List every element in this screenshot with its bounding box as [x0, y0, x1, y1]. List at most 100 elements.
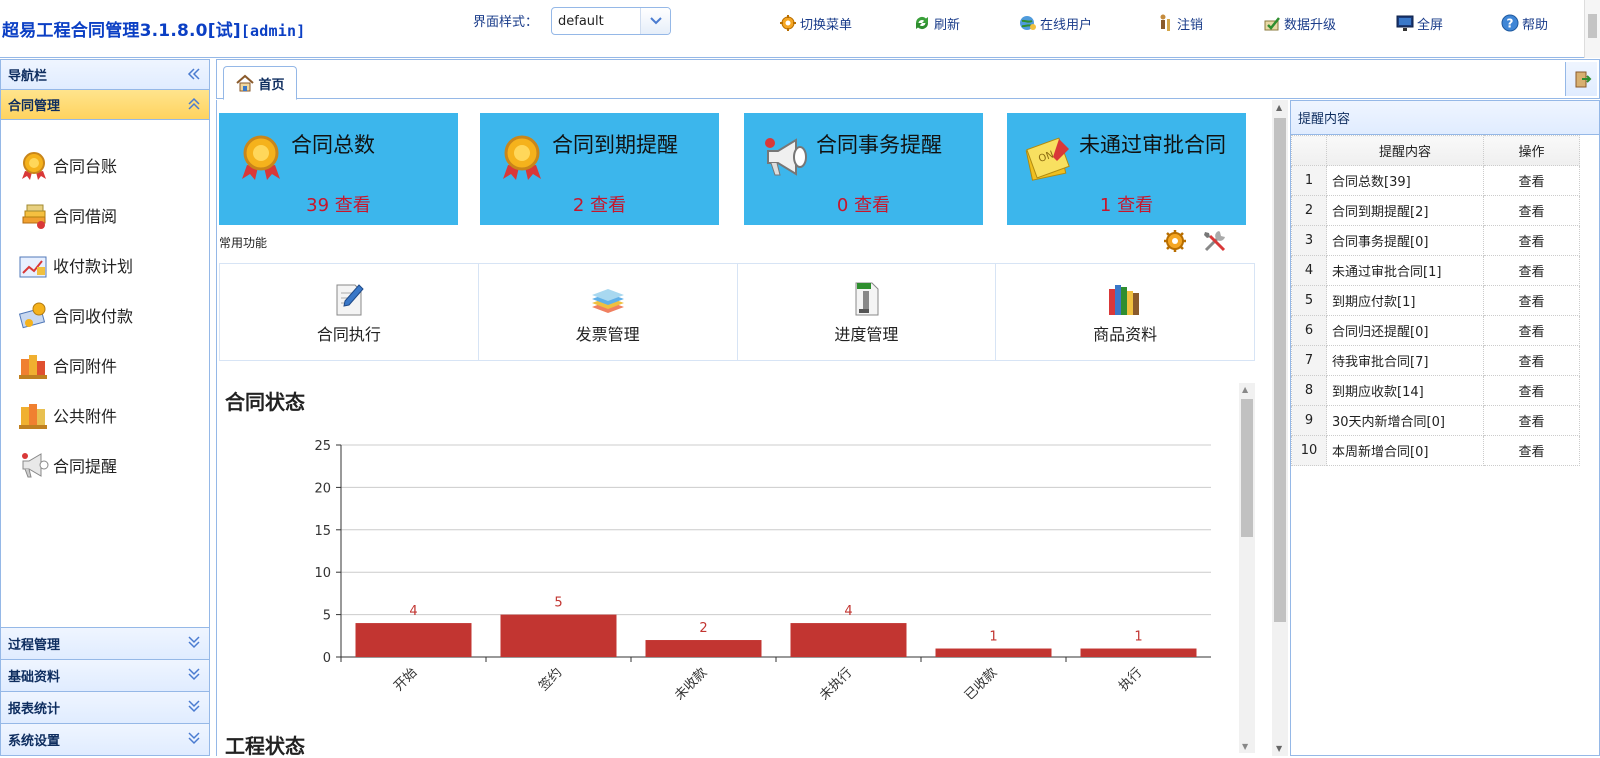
bar — [355, 623, 472, 657]
online-users-label: 在线用户 — [1040, 17, 1093, 33]
exit-icon[interactable] — [1565, 62, 1597, 96]
bar — [500, 614, 617, 657]
view-link[interactable]: 查看 — [1518, 355, 1544, 370]
reminder-content: 未通过审批合同[1] — [1326, 255, 1484, 286]
sidebar-item-contract-borrow[interactable]: 合同借阅 — [1, 190, 209, 240]
theme-select[interactable]: default — [551, 7, 671, 35]
reminder-content: 合同事务提醒[0] — [1326, 225, 1484, 256]
view-link-cell: 查看 — [1483, 165, 1580, 196]
quick-invoice-management[interactable]: 发票管理 — [479, 264, 738, 360]
view-link-cell: 查看 — [1483, 405, 1580, 436]
quick-product-data[interactable]: 商品资料 — [996, 264, 1254, 360]
view-link[interactable]: 查看 — [1518, 445, 1544, 460]
megaphone-icon — [765, 138, 807, 176]
progress-file-icon — [855, 282, 879, 316]
data-label: 5 — [554, 596, 562, 611]
medal-icon — [503, 135, 541, 180]
data-label: 4 — [409, 604, 417, 619]
fullscreen-label: 全屏 — [1417, 17, 1444, 33]
stat-card-count[interactable]: 39 查看 — [219, 191, 458, 217]
view-link[interactable]: 查看 — [1518, 235, 1544, 250]
main-content: 合同总数 39 查看 合同到期提醒 2 查看 合同事务提醒 0 查看 ON 未通… — [216, 100, 1272, 756]
chevron-up-icon[interactable] — [187, 97, 201, 115]
sidebar-group-contract[interactable]: 合同管理 — [1, 90, 209, 120]
page-scrollbar[interactable] — [1584, 0, 1600, 58]
row-number: 1 — [1291, 165, 1327, 196]
stat-card-count[interactable]: 1 查看 — [1007, 191, 1246, 217]
tab-home[interactable]: 首页 — [223, 66, 297, 100]
chevron-down-icon[interactable] — [187, 635, 201, 653]
sidebar-item-contract-reminder[interactable]: 合同提醒 — [1, 440, 209, 490]
help-button[interactable]: ? 帮助 — [1500, 12, 1548, 34]
fullscreen-button[interactable]: 全屏 — [1395, 12, 1443, 34]
sidebar-item-payment-plan[interactable]: 收付款计划 — [1, 240, 209, 290]
data-label: 1 — [989, 630, 997, 645]
sidebar-group-basic-data[interactable]: 基础资料 — [1, 659, 209, 691]
view-link[interactable]: 查看 — [1518, 265, 1544, 280]
view-link[interactable]: 查看 — [1518, 295, 1544, 310]
stat-card-total[interactable]: 合同总数 39 查看 — [219, 113, 458, 225]
x-tick-label: 已收款 — [962, 665, 1000, 703]
quick-item-label: 商品资料 — [1093, 325, 1158, 344]
collapse-left-icon[interactable] — [187, 67, 201, 85]
sidebar-item-label: 合同借阅 — [53, 207, 118, 226]
refresh-button[interactable]: 刷新 — [912, 12, 960, 34]
sidebar-group-reports[interactable]: 报表统计 — [1, 691, 209, 723]
contract-status-chart-svg: 0 5 10 15 20 25 4 开始 5 签约 2 未收款 4 未执行 1 已收款 1 执行 — [314, 439, 1211, 703]
stat-card-expiring[interactable]: 合同到期提醒 2 查看 — [480, 113, 719, 225]
row-number: 7 — [1291, 345, 1327, 376]
sidebar-title: 导航栏 — [8, 69, 48, 84]
view-link[interactable]: 查看 — [1518, 415, 1544, 430]
chevron-down-icon[interactable] — [187, 731, 201, 749]
quick-contract-execution[interactable]: 合同执行 — [220, 264, 479, 360]
stat-card-title: 合同到期提醒 — [552, 133, 678, 157]
main-scrollbar[interactable]: ▲ ▼ — [1272, 100, 1288, 756]
stat-card-affairs[interactable]: 合同事务提醒 0 查看 — [744, 113, 983, 225]
chevron-down-icon[interactable] — [187, 699, 201, 717]
stat-card-title: 未通过审批合同 — [1079, 133, 1226, 157]
tools-icon[interactable] — [1202, 228, 1228, 254]
sidebar-item-contract-ledger[interactable]: 合同台账 — [1, 140, 209, 190]
sidebar-item-contract-attachment[interactable]: 合同附件 — [1, 340, 209, 390]
logout-button[interactable]: 注销 — [1155, 12, 1203, 34]
gear-icon[interactable] — [1162, 228, 1188, 254]
switch-menu-button[interactable]: 切换菜单 — [778, 12, 852, 34]
sidebar-item-public-attachment[interactable]: 公共附件 — [1, 390, 209, 440]
theme-select-value: default — [558, 13, 604, 29]
stat-card-count[interactable]: 2 查看 — [480, 191, 719, 217]
reminder-content: 合同归还提醒[0] — [1326, 315, 1484, 346]
online-users-button[interactable]: 在线用户 — [1018, 12, 1092, 34]
quick-item-label: 进度管理 — [834, 325, 899, 344]
sidebar-menu: 合同台账 合同借阅 收付款计划 合同收付款 合同附件 公共附件 合同提醒 — [1, 120, 209, 610]
reminder-title: 提醒内容 — [1298, 112, 1351, 127]
chevron-down-icon[interactable] — [640, 8, 670, 34]
document-pen-icon — [336, 284, 364, 316]
theme-label: 界面样式： — [473, 15, 539, 30]
view-link-cell: 查看 — [1483, 225, 1580, 256]
view-link[interactable]: 查看 — [1518, 175, 1544, 190]
stat-card-count[interactable]: 0 查看 — [744, 191, 983, 217]
view-link[interactable]: 查看 — [1518, 205, 1544, 220]
quick-progress-management[interactable]: 进度管理 — [738, 264, 997, 360]
chart-scrollbar[interactable]: ▲ ▼ — [1239, 383, 1255, 753]
row-number: 2 — [1291, 195, 1327, 226]
sidebar-item-contract-payment[interactable]: 合同收付款 — [1, 290, 209, 340]
view-link-cell: 查看 — [1483, 195, 1580, 226]
chevron-down-icon[interactable] — [187, 667, 201, 685]
view-link-cell: 查看 — [1483, 375, 1580, 406]
data-upgrade-button[interactable]: 数据升级 — [1262, 12, 1336, 34]
app-title-text: 超易工程合同管理3.1.8.0[试] — [2, 21, 241, 41]
x-tick-label: 未执行 — [817, 665, 855, 703]
view-link-cell: 查看 — [1483, 315, 1580, 346]
data-label: 1 — [1134, 630, 1142, 645]
sidebar-group-settings[interactable]: 系统设置 — [1, 723, 209, 755]
stat-card-rejected[interactable]: ON 未通过审批合同 1 查看 — [1007, 113, 1246, 225]
sidebar-item-label: 合同收付款 — [53, 307, 134, 326]
view-link[interactable]: 查看 — [1518, 325, 1544, 340]
row-number: 8 — [1291, 375, 1327, 406]
sidebar-group-process[interactable]: 过程管理 — [1, 627, 209, 659]
reminder-content: 本周新增合同[0] — [1326, 435, 1484, 466]
medal-icon — [242, 135, 280, 180]
view-link[interactable]: 查看 — [1518, 385, 1544, 400]
quick-item-label: 合同执行 — [316, 325, 381, 344]
